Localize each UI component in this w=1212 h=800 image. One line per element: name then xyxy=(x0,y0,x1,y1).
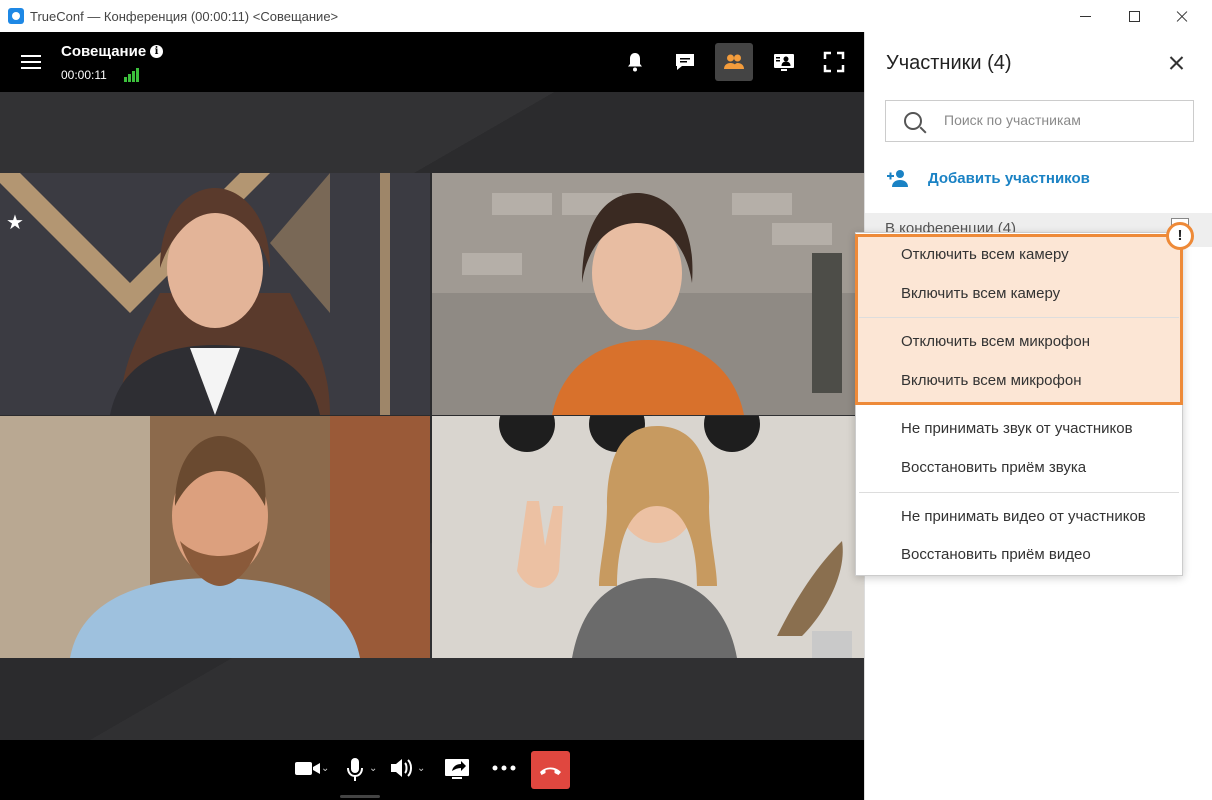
camera-icon xyxy=(295,762,320,775)
chevron-down-icon[interactable]: ⌄ xyxy=(369,763,377,774)
mic-level-indicator xyxy=(340,795,380,798)
content-icon xyxy=(774,54,794,71)
menu-item-enable-all-cameras[interactable]: Включить всем камеру xyxy=(901,285,1060,302)
close-window-button[interactable] xyxy=(1158,0,1204,32)
fullscreen-icon xyxy=(823,51,845,73)
search-input[interactable] xyxy=(942,111,1186,129)
end-call-button[interactable] xyxy=(531,751,570,789)
menu-item-restore-audio[interactable]: Восстановить приём звука xyxy=(901,459,1086,476)
window-titlebar: TrueConf — Конференция (00:00:11) <Совещ… xyxy=(0,0,1212,32)
participant-video xyxy=(432,416,864,658)
camera-button[interactable]: ⌄ xyxy=(294,750,330,786)
more-button[interactable] xyxy=(491,750,517,786)
trueconf-logo-icon xyxy=(8,8,24,24)
star-icon[interactable]: ★ xyxy=(6,210,24,235)
close-panel-icon[interactable] xyxy=(1167,54,1185,72)
conference-top-bar: Совещание i 00:00:11 xyxy=(0,32,864,92)
chevron-down-icon[interactable]: ⌄ xyxy=(321,763,329,774)
hamburger-menu-icon[interactable] xyxy=(21,55,41,69)
menu-item-restore-video[interactable]: Восстановить приём видео xyxy=(901,546,1091,563)
menu-item-mute-incoming-audio[interactable]: Не принимать звук от участников xyxy=(901,420,1133,437)
warning-badge-icon: ! xyxy=(1166,222,1194,250)
fullscreen-button[interactable] xyxy=(815,43,853,81)
end-call-icon xyxy=(540,767,561,775)
microphone-icon xyxy=(347,758,363,781)
menu-divider xyxy=(859,317,1179,318)
content-button[interactable] xyxy=(765,43,803,81)
share-screen-button[interactable] xyxy=(443,750,471,786)
conference-title: Совещание xyxy=(61,43,147,60)
menu-item-enable-all-microphones[interactable]: Включить всем микрофон xyxy=(901,372,1081,389)
conference-bottom-bar: ⌄ ⌄ ⌄ xyxy=(0,740,864,800)
video-tile[interactable] xyxy=(432,416,864,658)
participant-video xyxy=(0,416,430,658)
more-icon xyxy=(492,765,516,771)
menu-divider xyxy=(859,492,1179,493)
bell-icon xyxy=(628,53,642,72)
speaker-button[interactable]: ⌄ xyxy=(389,750,427,786)
share-screen-icon xyxy=(445,759,469,779)
participants-icon xyxy=(724,54,744,69)
participant-video xyxy=(432,173,864,415)
participants-button[interactable] xyxy=(715,43,753,81)
menu-item-block-incoming-video[interactable]: Не принимать видео от участников xyxy=(901,508,1146,525)
add-user-icon[interactable] xyxy=(887,169,909,187)
menu-item-disable-all-microphones[interactable]: Отключить всем микрофон xyxy=(901,333,1090,350)
video-tile[interactable] xyxy=(432,173,864,415)
participant-video xyxy=(0,173,430,415)
chevron-down-icon[interactable]: ⌄ xyxy=(417,763,425,774)
panel-title: Участники (4) xyxy=(886,52,1012,74)
participant-search-box[interactable] xyxy=(885,100,1194,142)
conference-timer: 00:00:11 xyxy=(61,68,107,82)
minimize-button[interactable] xyxy=(1063,0,1109,32)
microphone-button[interactable]: ⌄ xyxy=(344,750,380,786)
speaker-icon xyxy=(391,759,412,777)
menu-item-disable-all-cameras[interactable]: Отключить всем камеру xyxy=(901,246,1069,263)
video-tile[interactable] xyxy=(0,416,430,658)
info-icon[interactable]: i xyxy=(150,45,163,58)
video-tile[interactable] xyxy=(0,173,430,415)
chat-icon xyxy=(676,54,694,70)
search-icon xyxy=(904,112,922,130)
maximize-button[interactable] xyxy=(1111,0,1157,32)
signal-strength-icon xyxy=(124,68,140,82)
add-participants-link[interactable]: Добавить участников xyxy=(928,170,1090,187)
notifications-button[interactable] xyxy=(616,43,654,81)
video-area: Совещание i 00:00:11 ★ ⌄ ⌄ ⌄ xyxy=(0,32,864,800)
window-title: TrueConf — Конференция (00:00:11) <Совещ… xyxy=(30,9,339,24)
chat-button[interactable] xyxy=(666,43,704,81)
